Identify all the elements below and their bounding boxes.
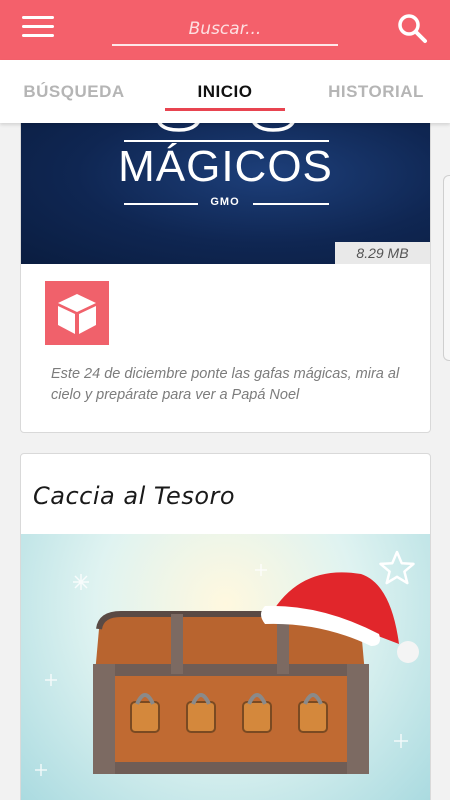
- cube-icon: [45, 281, 109, 345]
- content-feed[interactable]: MÁGICOS GMO 8.29 MB Este 24 de diciembre…: [0, 123, 450, 800]
- card-title: Caccia al Tesoro: [33, 482, 236, 510]
- tab-bar: BÚSQUEDA INICIO HISTORIAL: [0, 60, 450, 123]
- app-description: Este 24 de diciembre ponte las gafas mág…: [51, 366, 400, 403]
- glasses-graphic: [157, 123, 295, 132]
- active-tab-indicator: [165, 108, 285, 111]
- tab-busqueda[interactable]: BÚSQUEDA: [4, 60, 144, 123]
- treasure-chest-illustration: [35, 564, 419, 776]
- treasure-chest-banner: [21, 534, 430, 800]
- file-size-badge: 8.29 MB: [335, 242, 430, 264]
- banner-rule-right: [253, 203, 329, 205]
- tab-inicio[interactable]: INICIO: [155, 60, 295, 123]
- banner-title: MÁGICOS: [118, 142, 333, 191]
- search-icon[interactable]: [396, 12, 428, 44]
- star-outline-icon[interactable]: [377, 548, 417, 588]
- banner-rule-left: [124, 203, 198, 205]
- tab-historial[interactable]: HISTORIAL: [306, 60, 446, 123]
- app-banner-image: MÁGICOS GMO 8.29 MB: [21, 123, 430, 264]
- search-input[interactable]: [112, 14, 338, 46]
- top-app-bar: [0, 0, 450, 60]
- app-card[interactable]: MÁGICOS GMO 8.29 MB Este 24 de diciembre…: [20, 123, 431, 433]
- side-drawer-handle[interactable]: [443, 175, 450, 361]
- app-card[interactable]: Caccia al Tesoro: [20, 453, 431, 800]
- banner-subtitle: GMO: [210, 196, 240, 208]
- hamburger-menu-icon[interactable]: [22, 14, 54, 40]
